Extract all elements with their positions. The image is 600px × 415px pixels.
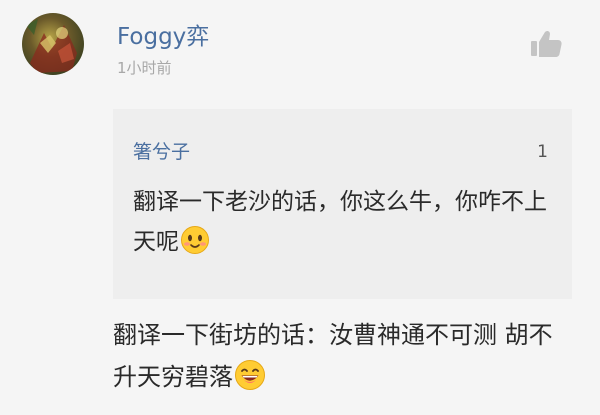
smiling-blush-face-emoji	[181, 226, 209, 254]
user-avatar[interactable]	[22, 13, 84, 75]
comment-text: 翻译一下街坊的话：汝曹神通不可测 胡不升天穷碧落	[113, 314, 573, 398]
grinning-face-emoji	[235, 360, 265, 390]
thumbs-up-icon[interactable]	[529, 29, 563, 59]
comment-text-content: 翻译一下街坊的话：汝曹神通不可测 胡不升天穷碧落	[113, 321, 553, 391]
quoted-comment: 箸兮子 1 翻译一下老沙的话，你这么牛，你咋不上天呢	[113, 109, 572, 299]
timestamp: 1小时前	[117, 59, 172, 77]
username[interactable]: Foggy弈	[117, 22, 209, 52]
avatar-image	[22, 13, 84, 75]
quote-text: 翻译一下老沙的话，你这么牛，你咋不上天呢	[133, 182, 561, 262]
quote-author[interactable]: 箸兮子	[133, 139, 190, 165]
quote-like-count: 1	[537, 142, 548, 162]
comment-item: Foggy弈 1小时前 箸兮子 1 翻译一下老沙的话，你这么牛，你咋不上天呢 翻…	[0, 0, 600, 415]
